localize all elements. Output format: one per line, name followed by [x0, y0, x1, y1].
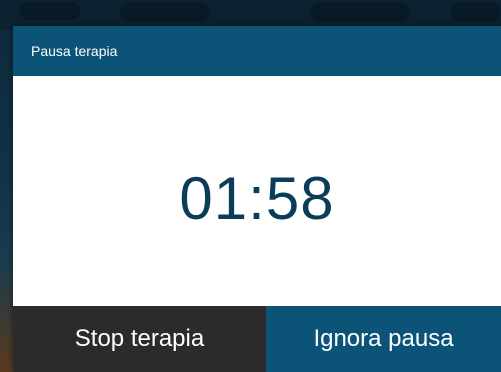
background-button-4	[450, 2, 500, 22]
dialog-header: Pausa terapia	[13, 26, 501, 76]
countdown-timer: 01:58	[179, 164, 335, 232]
pause-therapy-dialog: Pausa terapia 01:58 Stop terapia Ignora …	[13, 26, 501, 372]
background-button-2	[120, 2, 210, 22]
background-button-3	[310, 2, 410, 22]
stop-therapy-button[interactable]: Stop terapia	[13, 306, 266, 372]
dialog-body: 01:58	[13, 76, 501, 306]
dialog-actions: Stop terapia Ignora pausa	[13, 306, 501, 372]
dialog-title: Pausa terapia	[31, 43, 118, 59]
background-button-1	[20, 2, 80, 20]
ignore-pause-button[interactable]: Ignora pausa	[266, 306, 501, 372]
